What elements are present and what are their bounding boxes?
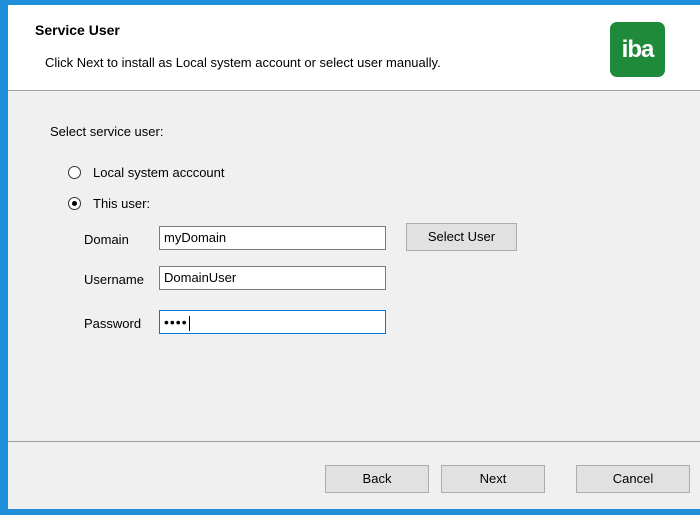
domain-field[interactable]: myDomain	[159, 226, 386, 250]
password-label: Password	[84, 316, 142, 331]
radio-local-system-account[interactable]: Local system acccount	[68, 162, 225, 182]
radio-button-checked-icon[interactable]	[68, 196, 81, 210]
username-value: DomainUser	[164, 270, 237, 285]
installer-window: Service User Click Next to install as Lo…	[0, 0, 700, 515]
iba-logo: iba	[610, 22, 665, 77]
wizard-header: Service User Click Next to install as Lo…	[8, 5, 700, 91]
username-label: Username	[84, 272, 144, 287]
password-masked-value: ••••	[164, 314, 188, 330]
page-title: Service User	[35, 22, 120, 38]
footer-divider	[8, 441, 700, 442]
wizard-body: Select service user: Local system acccou…	[8, 91, 700, 441]
back-button[interactable]: Back	[325, 465, 429, 493]
cancel-button[interactable]: Cancel	[576, 465, 690, 493]
domain-value: myDomain	[164, 230, 227, 245]
page-subtitle: Click Next to install as Local system ac…	[45, 55, 441, 70]
select-user-button[interactable]: Select User	[406, 223, 517, 251]
text-caret	[188, 316, 190, 332]
username-field[interactable]: DomainUser	[159, 266, 386, 290]
radio-label: Local system acccount	[93, 164, 225, 180]
next-button[interactable]: Next	[441, 465, 545, 493]
radio-button-unchecked-icon[interactable]	[68, 165, 81, 179]
select-service-user-label: Select service user:	[50, 124, 164, 139]
radio-label: This user:	[93, 195, 151, 211]
password-field[interactable]: ••••	[159, 310, 386, 334]
radio-this-user[interactable]: This user:	[68, 193, 150, 213]
domain-label: Domain	[84, 232, 129, 247]
